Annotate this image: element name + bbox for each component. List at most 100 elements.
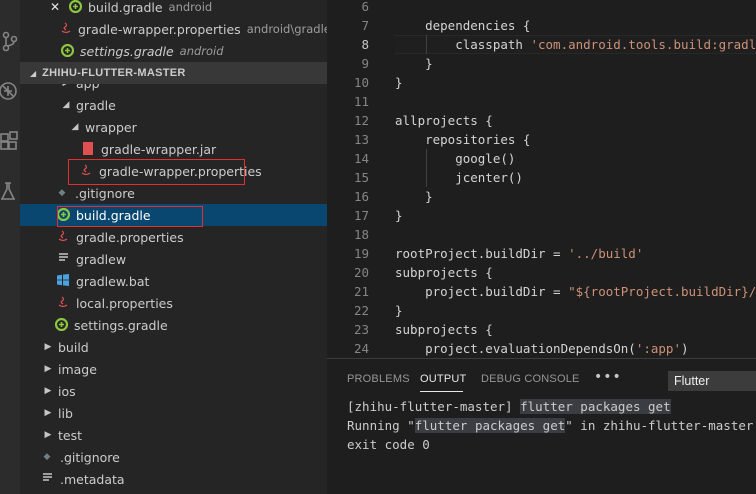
tree-file-build-gradle[interactable]: build.gradle xyxy=(20,204,327,226)
code-text: } xyxy=(395,208,403,223)
tree-folder-image[interactable]: ▶ image xyxy=(20,358,327,380)
tree-label: .gitignore xyxy=(75,185,135,201)
tree-folder-wrapper[interactable]: ◢ wrapper xyxy=(20,116,327,138)
gitignore-icon: ◆ xyxy=(43,452,51,462)
code-text: ) xyxy=(680,341,689,356)
tree-folder-app[interactable]: ▶ app xyxy=(20,84,327,94)
open-editor-desc: android\gradle... xyxy=(246,22,327,36)
chevron-right-icon: ▶ xyxy=(44,386,52,396)
tree-label: wrapper xyxy=(85,119,137,135)
tree-file-root-gitignore[interactable]: ◆ .gitignore xyxy=(20,446,327,468)
tree-label: image xyxy=(58,361,97,377)
tree-file-local-properties[interactable]: local.properties xyxy=(20,292,327,314)
code-text: } xyxy=(395,189,433,204)
chevron-right-icon: ▶ xyxy=(44,342,52,352)
output-highlight: flutter packages get xyxy=(520,399,671,414)
open-editor-settings-gradle[interactable]: settings.gradle android xyxy=(20,40,327,62)
tree-file-metadata[interactable]: .metadata xyxy=(20,468,327,490)
chevron-down-icon: ◢ xyxy=(71,122,79,132)
tree-folder-test[interactable]: ▶ test xyxy=(20,424,327,446)
output-line-2: Running "flutter packages get" in zhihu-… xyxy=(347,416,756,435)
chevron-right-icon: ▶ xyxy=(44,430,52,440)
code-text: classpath xyxy=(395,37,531,52)
tree-label: build xyxy=(58,339,89,355)
line-number: 12 xyxy=(353,113,369,128)
code-editor[interactable]: 6 7 dependencies { 8 classpath 'com.andr… xyxy=(327,0,756,358)
code-line-22: 22} xyxy=(327,301,756,320)
gradle-icon xyxy=(60,43,74,58)
gradle-icon xyxy=(68,0,82,14)
source-control-icon[interactable] xyxy=(0,28,20,54)
code-text: repositories { xyxy=(395,132,531,147)
gradle-icon xyxy=(56,207,70,222)
open-editor-gradle-wrapper-properties[interactable]: gradle-wrapper.properties android\gradle… xyxy=(20,18,327,40)
code-line-11: 11 xyxy=(327,92,756,111)
tree-label: .gitignore xyxy=(60,449,120,465)
tab-output[interactable]: OUTPUT xyxy=(420,373,466,385)
more-actions-icon[interactable]: ••• xyxy=(594,369,622,385)
tree-label: local.properties xyxy=(76,295,173,311)
code-text: allprojects { xyxy=(395,113,493,128)
gitignore-icon: ◆ xyxy=(58,188,66,198)
code-line-15: 15 jcenter() xyxy=(327,168,756,187)
code-text: google() xyxy=(395,151,516,166)
code-text: dependencies { xyxy=(395,18,531,33)
tree-file-gradlew[interactable]: gradlew xyxy=(20,248,327,270)
open-editor-desc: android xyxy=(168,0,213,14)
output-channel-select[interactable]: Flutter xyxy=(668,371,756,391)
java-properties-icon xyxy=(56,296,70,310)
text-file-icon xyxy=(56,252,70,266)
line-number: 23 xyxy=(353,322,369,337)
windows-icon xyxy=(56,274,70,288)
activity-bar xyxy=(0,0,20,494)
line-number: 14 xyxy=(353,151,369,166)
tree-label: gradle-wrapper.properties xyxy=(99,163,262,179)
tab-problems[interactable]: PROBLEMS xyxy=(347,373,410,385)
explorer-section-header[interactable]: ◢ ZHIHU-FLUTTER-MASTER xyxy=(20,62,327,84)
tree-file-gradle-wrapper-properties[interactable]: gradle-wrapper.properties xyxy=(20,160,327,182)
tree-label: gradle-wrapper.jar xyxy=(101,141,217,157)
open-editor-name: settings.gradle xyxy=(80,43,174,59)
tree-folder-gradle[interactable]: ◢ gradle xyxy=(20,94,327,116)
test-flask-icon[interactable] xyxy=(0,178,20,204)
open-editor-desc: android xyxy=(179,44,224,58)
line-number: 24 xyxy=(353,341,369,356)
code-line-9: 9 } xyxy=(327,54,756,73)
tab-debug-console[interactable]: DEBUG CONSOLE xyxy=(481,373,580,385)
line-number: 16 xyxy=(353,189,369,204)
extensions-icon[interactable] xyxy=(0,128,20,154)
line-number: 8 xyxy=(361,37,369,52)
output-panel: PROBLEMS OUTPUT DEBUG CONSOLE ••• Flutte… xyxy=(327,358,756,494)
open-editor-name: gradle-wrapper.properties xyxy=(78,21,241,37)
string-literal: 'com.android.tools.build:gradle:3.1.2' xyxy=(530,37,756,52)
line-number: 21 xyxy=(353,284,369,299)
project-title: ZHIHU-FLUTTER-MASTER xyxy=(42,67,186,79)
line-number: 17 xyxy=(353,208,369,223)
output-text: " in zhihu-flutter-master... xyxy=(565,418,756,433)
tree-file-gitignore[interactable]: ◆ .gitignore xyxy=(20,182,327,204)
open-editor-build-gradle[interactable]: ✕ build.gradle android xyxy=(20,0,327,18)
code-line-23: 23 subprojects { xyxy=(327,320,756,339)
chevron-down-icon: ◢ xyxy=(62,100,70,110)
code-line-16: 16 } xyxy=(327,187,756,206)
code-line-12: 12 allprojects { xyxy=(327,111,756,130)
code-text: } xyxy=(395,56,433,71)
tree-file-gradle-wrapper-jar[interactable]: gradle-wrapper.jar xyxy=(20,138,327,160)
tree-folder-lib[interactable]: ▶ lib xyxy=(20,402,327,424)
close-icon[interactable]: ✕ xyxy=(48,0,62,14)
tree-label: lib xyxy=(58,405,73,421)
tree-folder-build[interactable]: ▶ build xyxy=(20,336,327,358)
output-line-1: [zhihu-flutter-master] flutter packages … xyxy=(347,397,671,416)
tree-label: gradle.properties xyxy=(76,229,184,245)
tree-folder-ios[interactable]: ▶ ios xyxy=(20,380,327,402)
jar-file-icon xyxy=(81,142,95,156)
tree-file-gradlew-bat[interactable]: gradlew.bat xyxy=(20,270,327,292)
file-tree: ▶ app ◢ gradle ◢ wrapper gradle-wrapper.… xyxy=(20,84,327,494)
tree-file-gradle-properties[interactable]: gradle.properties xyxy=(20,226,327,248)
string-literal: '../build' xyxy=(568,246,644,261)
debug-icon[interactable] xyxy=(0,78,20,104)
tree-file-settings-gradle[interactable]: settings.gradle xyxy=(20,314,327,336)
code-line-18: 18 xyxy=(327,225,756,244)
tree-label: gradlew xyxy=(76,251,127,267)
code-text: subprojects { xyxy=(395,265,493,280)
